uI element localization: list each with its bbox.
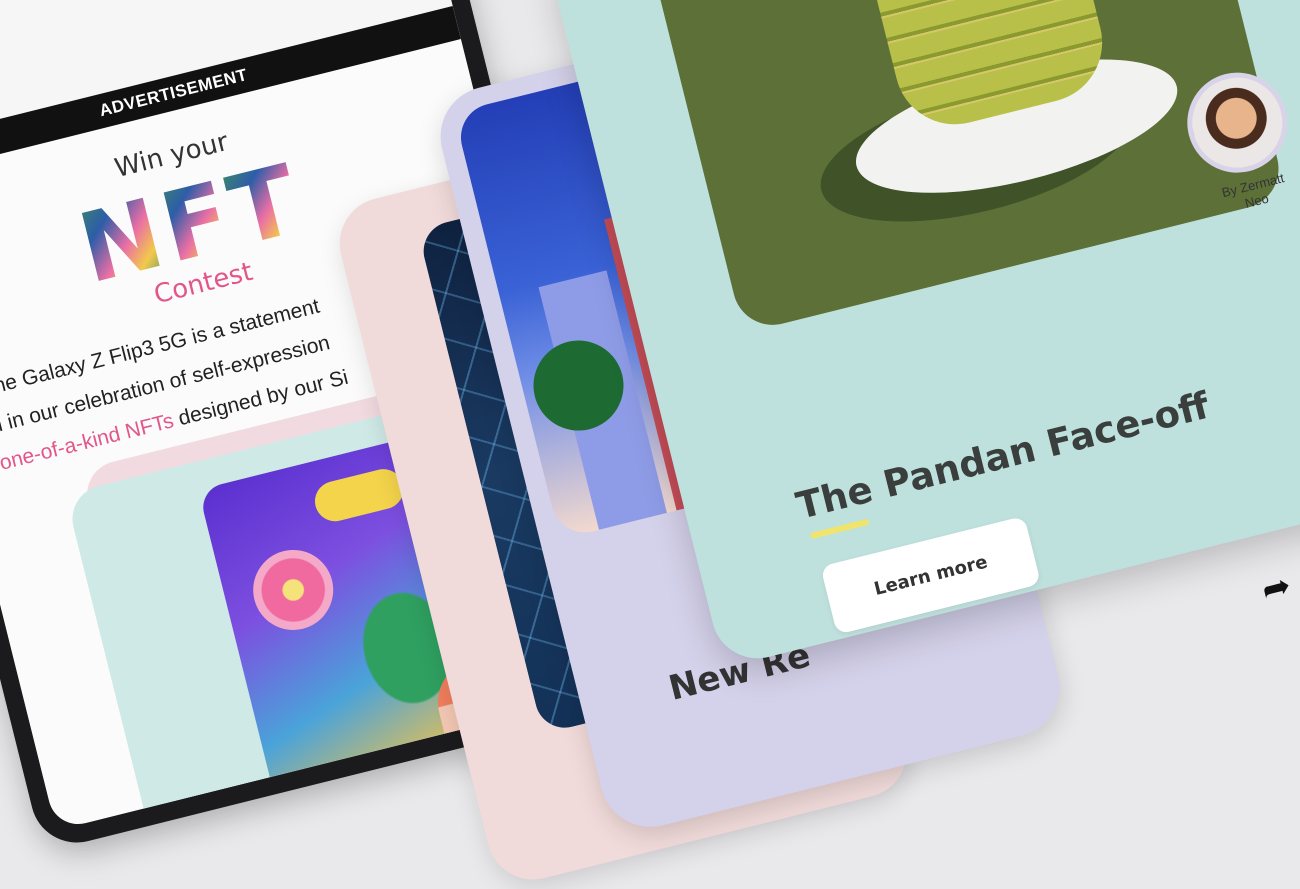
card-title: The Pandan Face-off	[792, 383, 1214, 528]
sign-shape	[310, 464, 408, 526]
pandan-cake-artwork	[632, 0, 1288, 334]
share-arrow-icon[interactable]: ➦	[1258, 565, 1295, 611]
